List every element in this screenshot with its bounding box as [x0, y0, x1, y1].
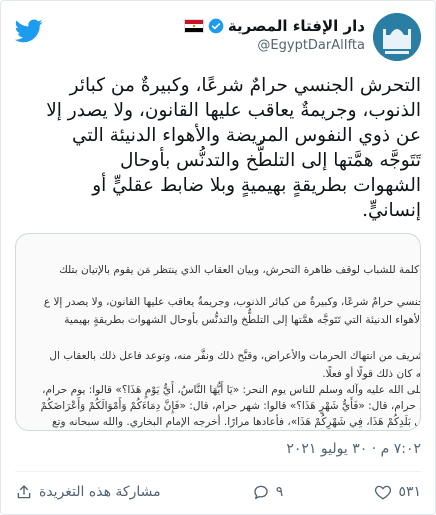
share-label: مشاركة هذه التغريدة: [39, 484, 161, 500]
tweet-text: التحرش الجنسي حرامٌ شرعًا، وكبيرةٌ من كب…: [15, 73, 421, 223]
tweet-image[interactable]: ه كلمة للشباب لوقف ظاهرة التحرش، وبيان ا…: [15, 233, 421, 431]
tweet-text-line: الشهوات بطريقةٍ بهيميةٍ وبلا ضابط عقليٍّ…: [92, 175, 421, 196]
image-text-line: لد حرام، قال: «فَأَيُّ شَهْرٍ هَذَا؟» قا…: [40, 400, 421, 412]
image-text-line: والأهواء الدنيئة التي تَتَوجَّه همَّتها …: [64, 314, 421, 326]
tweet-text-line: عن ذوي النفوس المريضة والأهواء الدنيئة ا…: [72, 125, 421, 146]
heart-icon: [375, 485, 392, 500]
egypt-flag-icon: [183, 19, 204, 33]
reply-count: ٩: [275, 484, 284, 500]
reply-bubble-icon: [254, 485, 268, 500]
twitter-bird-icon[interactable]: [15, 19, 43, 43]
image-text-line: صلى الله عليه وآله وسلم للناس يوم النحر:…: [42, 384, 421, 396]
share-upload-icon: [17, 485, 31, 499]
like-count: ٥٣١: [398, 484, 421, 500]
image-text-line: لجنسي حرامٌ شرعًا، وكبيرةٌ من كبائر الذن…: [43, 296, 421, 308]
tweet-text-line: إنسانيٍّ.: [362, 200, 421, 221]
dar-alifta-logo-icon: [373, 13, 421, 61]
account-avatar[interactable]: [373, 13, 421, 61]
image-text-line: ه كلمة للشباب لوقف ظاهرة التحرش، وبيان ا…: [59, 264, 421, 276]
account-header: دار الإفتاء المصرية @EgyptDarAlIfta: [183, 17, 365, 53]
account-name[interactable]: دار الإفتاء المصرية: [228, 17, 365, 35]
image-text-line: لله كان ذلك قولًا أو فعلًا.: [322, 368, 421, 380]
tweet-text-line: تَتَوجَّه همَّتها إلى التلطُّخ والتدنُّس…: [119, 150, 421, 171]
verified-badge-icon: [208, 18, 224, 34]
tweet-text-line: الذنوب، وجريمةٌ يعاقب عليها القانون، ولا…: [46, 100, 421, 121]
divider: [15, 471, 421, 472]
reply-button[interactable]: ٩: [252, 483, 284, 501]
image-text-line: في بَلَدِكُمْ هَذَا، فِي شَهْرِكُمْ هَذَ…: [52, 416, 421, 428]
action-bar: ٥٣١ ٩ مشاركة هذه التغريدة: [15, 479, 421, 505]
like-button[interactable]: ٥٣١: [374, 483, 421, 501]
tweet-text-line: التحرش الجنسي حرامٌ شرعًا، وكبيرةٌ من كب…: [69, 75, 421, 96]
tweet-card[interactable]: دار الإفتاء المصرية @EgyptDarAlIfta التح…: [0, 0, 436, 515]
share-button[interactable]: مشاركة هذه التغريدة: [15, 483, 161, 501]
tweet-timestamp[interactable]: ٧:٠٢ م · ٣٠ يوليو ٢٠٢١: [286, 441, 421, 457]
account-handle[interactable]: @EgyptDarAlIfta: [184, 38, 365, 53]
image-text-line: لشريف من انتهاك الحرمات والأعراض، وقبَّح…: [49, 350, 421, 362]
